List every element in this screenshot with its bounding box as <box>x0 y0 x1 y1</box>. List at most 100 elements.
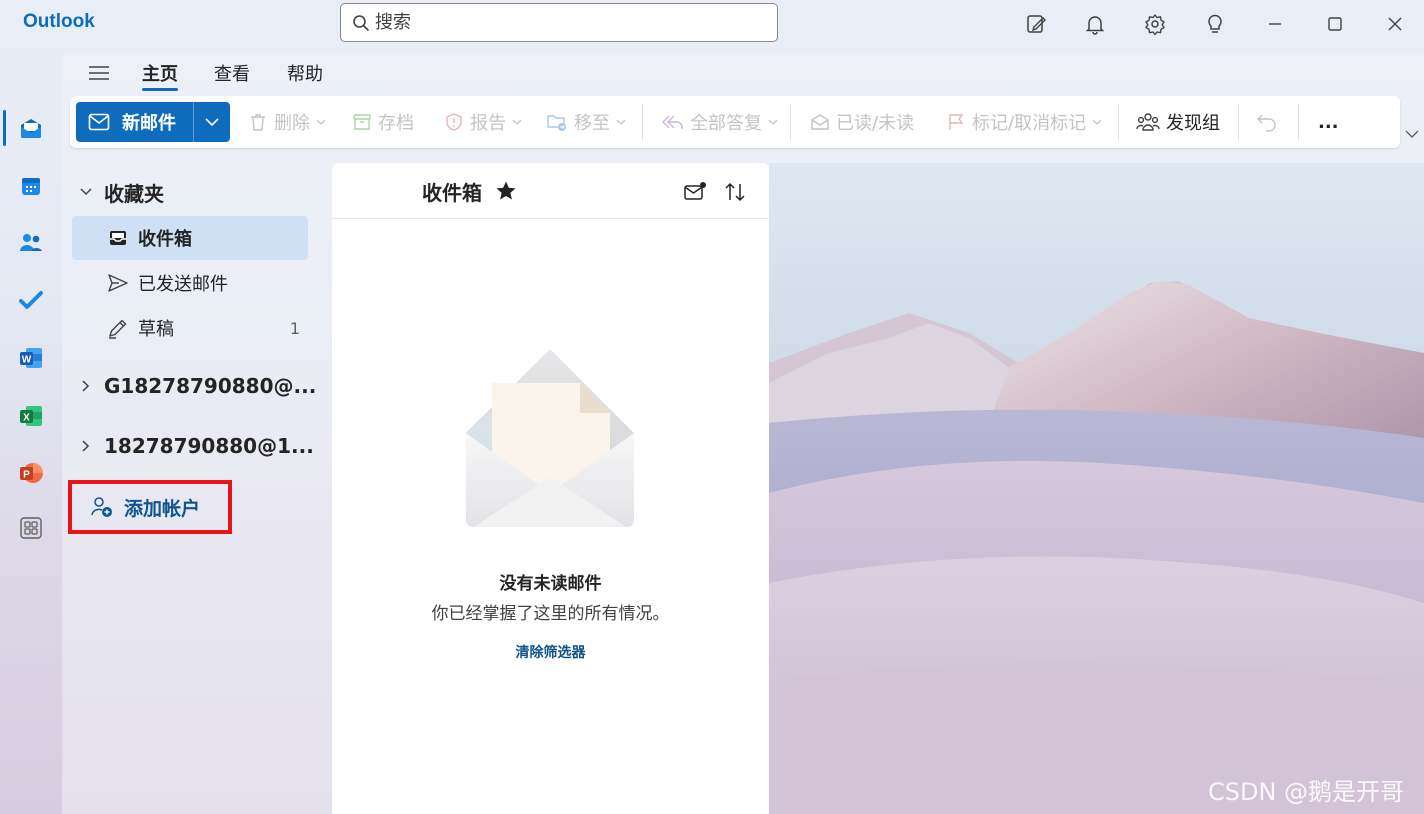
empty-envelope-illustration <box>466 350 634 527</box>
reading-pane-background <box>769 163 1424 814</box>
folder-inbox[interactable]: 收件箱 <box>72 216 308 260</box>
close-icon[interactable] <box>1379 8 1411 40</box>
read-unread-label: 已读/未读 <box>836 113 915 134</box>
sort-icon[interactable] <box>722 179 748 205</box>
move-button[interactable]: 移至 <box>546 106 626 138</box>
csdn-watermark: CSDN @鹅是开哥 <box>1208 778 1405 806</box>
message-list-title: 收件箱 <box>422 181 482 205</box>
message-list: 收件箱 没有未读邮件 你已经掌握了这里的所有情况。 清除筛选器 <box>332 163 769 814</box>
tab-view[interactable]: 查看 <box>214 60 250 86</box>
active-tab-indicator <box>142 88 178 91</box>
report-button[interactable]: 报告 <box>444 106 522 138</box>
excel-icon[interactable]: X <box>13 398 49 434</box>
powerpoint-icon[interactable]: P <box>13 455 49 491</box>
account-group-1[interactable]: G18278790880@... <box>76 366 316 406</box>
svg-text:P: P <box>23 470 30 481</box>
delete-button[interactable]: 删除 <box>248 106 326 138</box>
draft-icon <box>106 316 130 340</box>
add-account-label: 添加帐户 <box>124 497 201 520</box>
more-options-button[interactable]: ... <box>1318 106 1339 138</box>
reply-all-button[interactable]: 全部答复 <box>660 106 778 138</box>
undo-button[interactable] <box>1256 106 1278 138</box>
flag-label: 标记/取消标记 <box>972 113 1087 134</box>
app-title: Outlook <box>23 11 95 32</box>
chevron-down-icon <box>316 119 326 125</box>
mail-open-icon <box>811 114 829 130</box>
app-rail: W X P <box>0 48 62 814</box>
apps-icon[interactable] <box>13 510 49 546</box>
new-mail-label: 新邮件 <box>122 113 176 134</box>
gear-icon[interactable] <box>1139 8 1171 40</box>
inbox-icon <box>106 226 130 250</box>
hamburger-menu-icon[interactable] <box>86 60 112 86</box>
checkmark-icon[interactable] <box>13 282 49 318</box>
favorites-group[interactable]: 收藏夹 <box>76 172 164 212</box>
bell-icon[interactable] <box>1079 8 1111 40</box>
reply-all-label: 全部答复 <box>690 113 762 134</box>
svg-text:W: W <box>22 355 32 366</box>
empty-state-subtitle: 你已经掌握了这里的所有情况。 <box>431 604 670 624</box>
search-input[interactable] <box>375 12 755 33</box>
search-box[interactable] <box>340 3 778 42</box>
unread-count: 1 <box>289 318 300 338</box>
archive-button[interactable]: 存档 <box>352 106 414 138</box>
compose-note-icon[interactable] <box>1020 8 1052 40</box>
title-bar: Outlook <box>0 0 1424 48</box>
new-mail-dropdown[interactable] <box>194 102 230 142</box>
lightbulb-icon[interactable] <box>1199 8 1231 40</box>
new-mail-button-group: 新邮件 <box>76 102 230 142</box>
chevron-right-icon <box>76 439 96 453</box>
mail-icon[interactable] <box>13 110 49 146</box>
mail-icon <box>88 113 110 131</box>
account-label: 18278790880@1... <box>104 434 314 458</box>
chevron-right-icon <box>76 379 96 393</box>
move-label: 移至 <box>574 113 610 134</box>
tab-home[interactable]: 主页 <box>142 60 178 86</box>
add-person-icon <box>90 495 114 519</box>
star-icon[interactable] <box>494 179 518 203</box>
chevron-down-icon <box>768 119 778 125</box>
people-icon[interactable] <box>13 225 49 261</box>
discover-groups-label: 发现组 <box>1166 113 1220 134</box>
empty-state-title: 没有未读邮件 <box>499 574 602 594</box>
folder-label: 已发送邮件 <box>138 274 228 295</box>
folder-sent[interactable]: 已发送邮件 <box>72 261 308 305</box>
chevron-down-icon <box>1092 119 1102 125</box>
folder-move-icon <box>547 115 566 131</box>
reply-all-icon <box>662 115 683 129</box>
account-group-2[interactable]: 18278790880@1... <box>76 426 314 466</box>
chevron-down-icon <box>205 118 219 127</box>
flag-button[interactable]: 标记/取消标记 <box>946 106 1102 138</box>
more-label: ... <box>1318 111 1339 133</box>
minimize-icon[interactable] <box>1259 8 1291 40</box>
folder-drafts[interactable]: 草稿 1 <box>72 306 308 350</box>
ribbon-separator <box>790 104 791 140</box>
new-mail-button[interactable]: 新邮件 <box>76 102 194 142</box>
archive-icon <box>353 114 371 130</box>
shield-icon <box>446 113 462 131</box>
add-account-button[interactable]: 添加帐户 <box>68 480 232 534</box>
word-icon[interactable]: W <box>13 340 49 376</box>
ribbon-expand-chevron-icon[interactable] <box>1402 124 1422 144</box>
calendar-icon[interactable] <box>13 168 49 204</box>
archive-label: 存档 <box>378 113 414 134</box>
send-icon <box>106 271 130 295</box>
favorites-label: 收藏夹 <box>104 181 164 206</box>
chevron-down-icon <box>616 119 626 125</box>
tab-help[interactable]: 帮助 <box>287 60 323 86</box>
filter-mail-icon[interactable] <box>682 179 708 205</box>
discover-groups-button[interactable]: 发现组 <box>1136 106 1220 138</box>
account-label: G18278790880@... <box>104 374 317 398</box>
read-unread-button[interactable]: 已读/未读 <box>810 106 914 138</box>
clear-filter-link[interactable]: 清除筛选器 <box>332 642 769 662</box>
ribbon-separator <box>1238 104 1239 140</box>
folder-label: 草稿 <box>138 319 174 340</box>
desert-mountain-landscape <box>769 163 1424 814</box>
trash-icon <box>251 114 265 131</box>
svg-text:X: X <box>23 413 30 424</box>
ribbon-toolbar: 新邮件 删除 存档 报告 移至 全部答复 已读/未读 标记/取消标记 发现组 .… <box>70 96 1400 148</box>
report-label: 报告 <box>470 113 506 134</box>
ribbon-separator <box>642 104 643 140</box>
search-icon <box>351 13 371 33</box>
maximize-icon[interactable] <box>1319 8 1351 40</box>
